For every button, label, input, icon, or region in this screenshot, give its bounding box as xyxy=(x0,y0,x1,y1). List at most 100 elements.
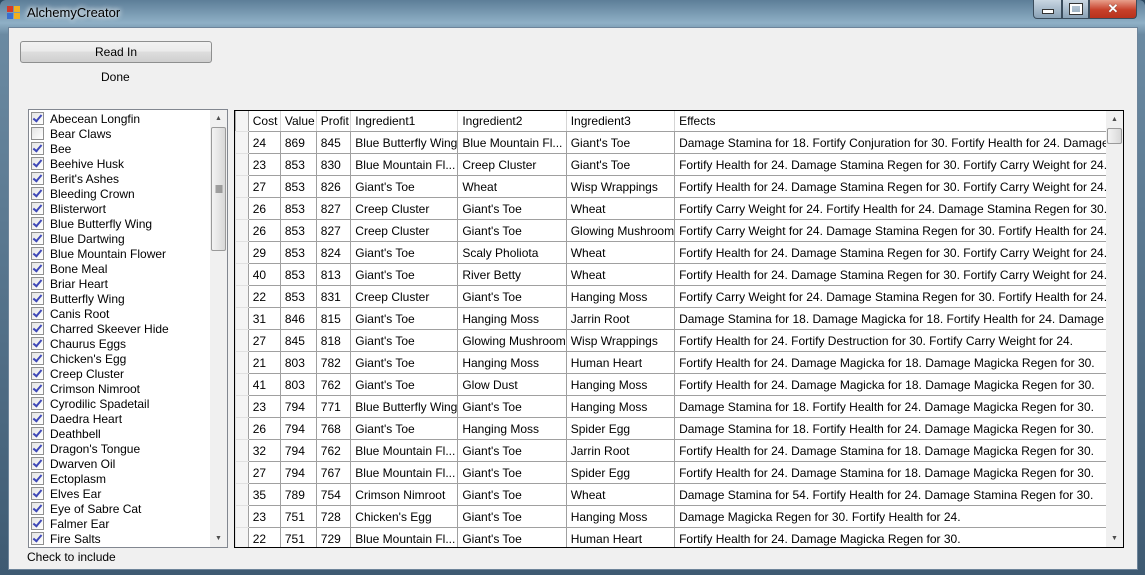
scroll-down-arrow-icon[interactable]: ▼ xyxy=(1106,530,1123,547)
include-checkbox[interactable] xyxy=(31,232,44,245)
ingredient-list-item[interactable]: Deathbell xyxy=(29,426,210,441)
include-checkbox[interactable] xyxy=(31,472,44,485)
ingredient-list-item[interactable]: Chaurus Eggs xyxy=(29,336,210,351)
cell-effects[interactable]: Fortify Health for 24. Damage Stamina fo… xyxy=(674,439,1123,462)
cell-effects[interactable]: Fortify Health for 24. Damage Magicka fo… xyxy=(674,373,1123,396)
cell-ingredient1[interactable]: Giant's Toe xyxy=(350,417,459,440)
include-checkbox[interactable] xyxy=(31,172,44,185)
row-header[interactable] xyxy=(235,131,249,154)
cell-effects[interactable]: Fortify Health for 24. Damage Stamina Re… xyxy=(674,153,1123,176)
include-checkbox[interactable] xyxy=(31,322,44,335)
scroll-thumb[interactable] xyxy=(211,127,226,251)
cell-ingredient2[interactable]: Giant's Toe xyxy=(457,527,567,547)
ingredient-list-item[interactable]: Creep Cluster xyxy=(29,366,210,381)
cell-ingredient1[interactable]: Giant's Toe xyxy=(350,241,459,264)
cell-ingredient1[interactable]: Giant's Toe xyxy=(350,307,459,330)
cell-ingredient2[interactable]: Giant's Toe xyxy=(457,395,567,418)
cell-cost[interactable]: 23 xyxy=(247,153,281,176)
cell-value[interactable]: 794 xyxy=(279,395,317,418)
cell-profit[interactable]: 845 xyxy=(315,131,352,154)
include-checkbox[interactable] xyxy=(31,442,44,455)
cell-ingredient3[interactable]: Wheat xyxy=(565,197,676,220)
include-checkbox[interactable] xyxy=(31,517,44,530)
cell-cost[interactable]: 26 xyxy=(247,417,281,440)
cell-cost[interactable]: 21 xyxy=(247,351,281,374)
cell-ingredient3[interactable]: Glowing Mushroom xyxy=(565,219,676,242)
cell-value[interactable]: 789 xyxy=(279,483,317,506)
table-row[interactable]: 27 845 818 Giant's Toe Glowing Mushroom Wisp … xyxy=(235,329,1123,352)
cell-ingredient2[interactable]: Giant's Toe xyxy=(457,219,567,242)
table-row[interactable]: 22 853 831 Creep Cluster Giant's Toe Hanging … xyxy=(235,285,1123,308)
include-checkbox[interactable] xyxy=(31,382,44,395)
table-row[interactable]: 32 794 762 Blue Mountain Fl... Giant's Toe Ja… xyxy=(235,439,1123,462)
ingredient-list-item[interactable]: Bee xyxy=(29,141,210,156)
cell-value[interactable]: 803 xyxy=(279,373,317,396)
cell-cost[interactable]: 24 xyxy=(247,131,281,154)
cell-ingredient2[interactable]: Creep Cluster xyxy=(457,153,567,176)
cell-ingredient3[interactable]: Wheat xyxy=(565,263,676,286)
ingredient-list-item[interactable]: Cyrodilic Spadetail xyxy=(29,396,210,411)
row-header[interactable] xyxy=(235,241,249,264)
cell-ingredient1[interactable]: Blue Mountain Fl... xyxy=(350,527,459,547)
cell-profit[interactable]: 831 xyxy=(315,285,352,308)
table-row[interactable]: 26 853 827 Creep Cluster Giant's Toe Glowing … xyxy=(235,219,1123,242)
cell-effects[interactable]: Fortify Carry Weight for 24. Damage Stam… xyxy=(674,285,1123,308)
cell-ingredient1[interactable]: Crimson Nimroot xyxy=(350,483,459,506)
ingredient-checklist[interactable]: Abecean Longfin Bear Claws Bee Beehive Husk… xyxy=(28,109,228,548)
table-row[interactable]: 29 853 824 Giant's Toe Scaly Pholiota Wheat Fo… xyxy=(235,241,1123,264)
row-header[interactable] xyxy=(235,483,249,506)
cell-value[interactable]: 751 xyxy=(279,505,317,528)
cell-ingredient2[interactable]: Scaly Pholiota xyxy=(457,241,567,264)
include-checkbox[interactable] xyxy=(31,427,44,440)
results-grid[interactable]: Cost Value Profit Ingredient1 Ingredient2 Ing… xyxy=(234,110,1124,548)
include-checkbox[interactable] xyxy=(31,337,44,350)
include-checkbox[interactable] xyxy=(31,487,44,500)
ingredient-list-item[interactable]: Bear Claws xyxy=(29,126,210,141)
cell-ingredient3[interactable]: Hanging Moss xyxy=(565,373,676,396)
ingredient-list-item[interactable]: Abecean Longfin xyxy=(29,111,210,126)
row-header[interactable] xyxy=(235,263,249,286)
cell-cost[interactable]: 27 xyxy=(247,329,281,352)
close-button[interactable]: ✕ xyxy=(1089,0,1137,19)
column-header-profit[interactable]: Profit xyxy=(316,111,352,132)
cell-value[interactable]: 794 xyxy=(279,461,317,484)
cell-ingredient2[interactable]: Hanging Moss xyxy=(457,307,567,330)
cell-cost[interactable]: 27 xyxy=(247,175,281,198)
cell-value[interactable]: 853 xyxy=(279,263,317,286)
include-checkbox[interactable] xyxy=(31,277,44,290)
cell-ingredient3[interactable]: Jarrin Root xyxy=(565,307,676,330)
cell-cost[interactable]: 22 xyxy=(247,285,281,308)
row-header[interactable] xyxy=(235,175,249,198)
table-row[interactable]: 31 846 815 Giant's Toe Hanging Moss Jarrin Ro… xyxy=(235,307,1123,330)
cell-ingredient3[interactable]: Wheat xyxy=(565,483,676,506)
cell-ingredient1[interactable]: Giant's Toe xyxy=(350,329,459,352)
table-row[interactable]: 27 853 826 Giant's Toe Wheat Wisp Wrappings Fo… xyxy=(235,175,1123,198)
include-checkbox[interactable] xyxy=(31,502,44,515)
cell-value[interactable]: 853 xyxy=(279,153,317,176)
ingredient-list-item[interactable]: Fire Salts xyxy=(29,531,210,546)
row-header[interactable] xyxy=(235,417,249,440)
cell-cost[interactable]: 23 xyxy=(247,505,281,528)
cell-cost[interactable]: 40 xyxy=(247,263,281,286)
cell-ingredient1[interactable]: Creep Cluster xyxy=(350,219,459,242)
cell-cost[interactable]: 31 xyxy=(247,307,281,330)
cell-ingredient3[interactable]: Wisp Wrappings xyxy=(565,329,676,352)
table-row[interactable]: 23 853 830 Blue Mountain Fl... Creep Cluster… xyxy=(235,153,1123,176)
cell-profit[interactable]: 771 xyxy=(315,395,352,418)
row-header[interactable] xyxy=(235,197,249,220)
ingredient-list-item[interactable]: Berit's Ashes xyxy=(29,171,210,186)
cell-profit[interactable]: 767 xyxy=(315,461,352,484)
cell-profit[interactable]: 768 xyxy=(315,417,352,440)
table-row[interactable]: 26 794 768 Giant's Toe Hanging Moss Spider Eg… xyxy=(235,417,1123,440)
minimize-button[interactable] xyxy=(1033,0,1062,19)
cell-value[interactable]: 853 xyxy=(279,219,317,242)
cell-effects[interactable]: Fortify Health for 24. Damage Stamina Re… xyxy=(674,241,1123,264)
cell-effects[interactable]: Damage Magicka Regen for 30. Fortify Hea… xyxy=(674,505,1123,528)
ingredient-list-item[interactable]: Briar Heart xyxy=(29,276,210,291)
cell-value[interactable]: 853 xyxy=(279,175,317,198)
row-header[interactable] xyxy=(235,329,249,352)
cell-value[interactable]: 845 xyxy=(279,329,317,352)
cell-effects[interactable]: Damage Stamina for 18. Fortify Health fo… xyxy=(674,417,1123,440)
table-row[interactable]: 27 794 767 Blue Mountain Fl... Giant's Toe Sp… xyxy=(235,461,1123,484)
cell-ingredient1[interactable]: Creep Cluster xyxy=(350,285,459,308)
